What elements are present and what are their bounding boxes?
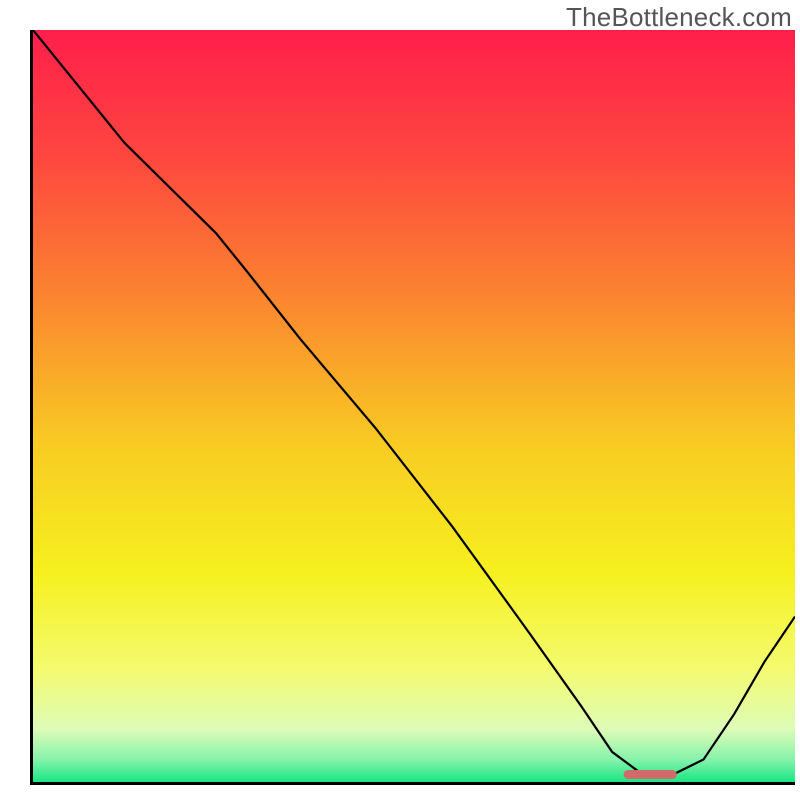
watermark-text: TheBottleneck.com xyxy=(566,2,792,33)
curve-layer xyxy=(33,30,795,782)
plot-area xyxy=(30,30,795,785)
optimal-marker xyxy=(624,770,677,779)
bottleneck-curve xyxy=(33,30,795,774)
bottleneck-chart: TheBottleneck.com xyxy=(0,0,800,800)
